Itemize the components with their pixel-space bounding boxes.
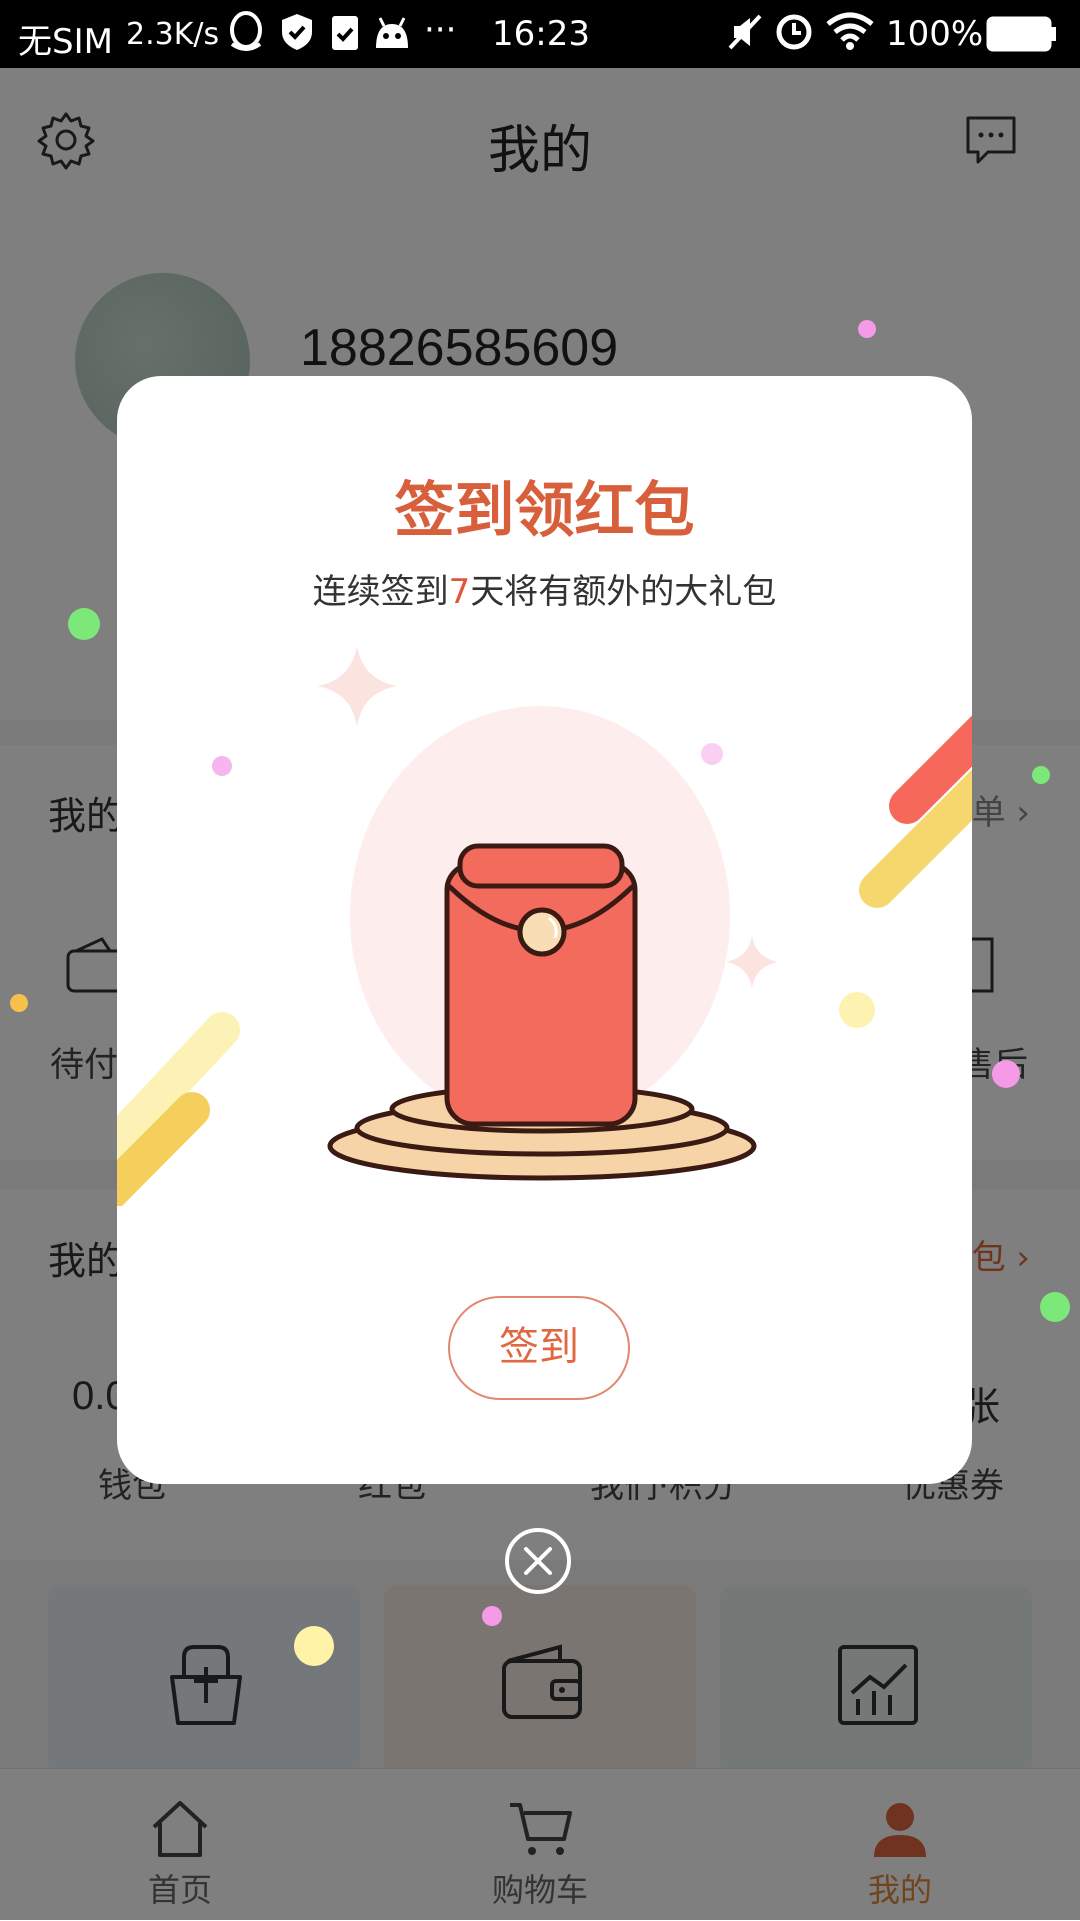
confetti-dot — [482, 1606, 502, 1626]
modal-title: 签到领红包 — [394, 476, 695, 546]
streak-days: 7 — [448, 572, 471, 612]
clock-time: 16:23 — [492, 14, 590, 54]
android-icon — [372, 14, 412, 59]
confetti-dot — [68, 608, 100, 640]
confetti-dot — [294, 1626, 334, 1666]
confetti-dot — [858, 320, 876, 338]
wifi-icon — [826, 12, 874, 59]
signin-modal: 签到领红包 连续签到7天将有额外的大礼包 签到 — [117, 376, 972, 1484]
shield-icon — [280, 12, 314, 61]
clipboard-icon — [330, 12, 360, 61]
carrier-text: 无SIM — [18, 22, 113, 62]
battery-icon — [986, 16, 1058, 61]
status-bar: 无SIM 2.3K/s ··· 16:23 100% — [0, 0, 1080, 68]
mute-icon — [728, 12, 762, 61]
qq-icon — [226, 10, 266, 61]
confetti-dot — [1040, 1292, 1070, 1322]
signin-button[interactable]: 签到 — [448, 1296, 630, 1400]
confetti-dot — [1032, 766, 1050, 784]
modal-subtitle: 连续签到7天将有额外的大礼包 — [312, 572, 777, 612]
battery-text: 100% — [886, 14, 984, 54]
confetti-dot — [10, 994, 28, 1012]
close-circle-icon[interactable] — [505, 1528, 571, 1594]
alarm-icon — [774, 10, 814, 61]
red-envelope-illustration — [117, 646, 972, 1206]
confetti-dot — [992, 1060, 1020, 1088]
network-speed: 2.3K/s — [126, 17, 220, 52]
more-dots: ··· — [424, 10, 457, 50]
